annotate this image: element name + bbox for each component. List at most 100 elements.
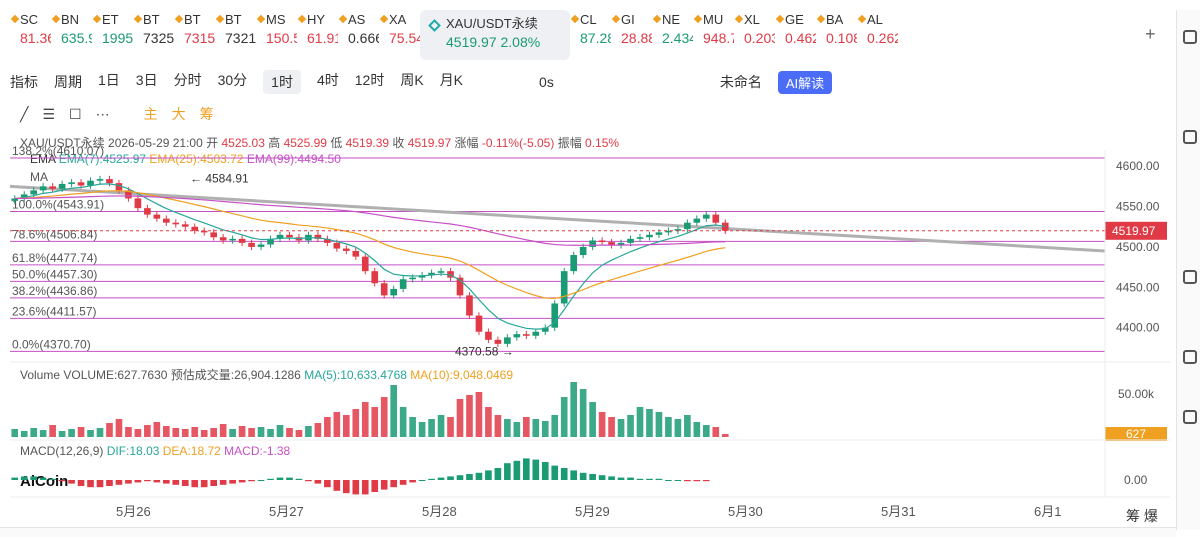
macd-bar: [68, 480, 75, 484]
macd-bar: [380, 480, 388, 490]
volume-bar: [390, 385, 397, 437]
candle-body: [409, 277, 416, 280]
candle-body: [153, 214, 161, 219]
volume-bar: [134, 429, 142, 437]
candle-body: [238, 238, 246, 243]
volume-bar: [371, 407, 379, 437]
fib-label: 50.0%(4457.30): [12, 267, 97, 281]
x-tick-label: 5月31: [881, 504, 916, 519]
macd-bar: [58, 480, 66, 482]
volume-bar: [219, 424, 227, 437]
volume-bar: [617, 419, 625, 437]
macd-bar: [409, 480, 416, 483]
macd-bar: [674, 480, 682, 481]
candle-body: [163, 218, 170, 223]
fib-label: 38.2%(4436.86): [12, 284, 97, 298]
candle-body: [77, 182, 85, 186]
macd-bar: [703, 480, 710, 482]
sidebar-chart-icon[interactable]: [1183, 270, 1197, 284]
bottom-tools[interactable]: 筹 爆: [1126, 506, 1158, 526]
candle-body: [475, 315, 483, 332]
macd-bar: [77, 480, 85, 486]
macd-bar: [523, 458, 530, 480]
macd-bar: [96, 480, 104, 488]
sidebar-calc-icon[interactable]: [1183, 130, 1197, 144]
y-tick-label: 4550.00: [1116, 200, 1160, 214]
x-tick-label: 5月30: [728, 504, 763, 519]
candle-body: [106, 179, 113, 184]
candle-body: [589, 240, 596, 247]
macd-bar: [352, 480, 360, 495]
candle-body: [58, 183, 66, 189]
fib-label: 61.8%(4477.74): [12, 251, 97, 265]
volume-bar: [541, 421, 549, 437]
macd-bar: [30, 476, 37, 480]
macd-bar: [560, 468, 568, 480]
sidebar-globe-icon[interactable]: [1183, 410, 1197, 424]
candle-body: [712, 214, 720, 223]
candle-body: [134, 198, 142, 209]
volume-bar: [428, 419, 435, 437]
macd-bar: [466, 474, 473, 480]
volume-bar: [210, 428, 217, 437]
volume-bar: [191, 427, 199, 437]
macd-bar: [608, 476, 615, 480]
macd-bar: [579, 472, 587, 480]
macd-bar: [617, 477, 625, 480]
volume-bar: [646, 409, 653, 437]
candle-body: [390, 288, 397, 296]
macd-bar: [172, 480, 180, 485]
macd-bar: [627, 477, 634, 480]
sidebar-list-icon[interactable]: [1183, 30, 1197, 44]
fib-label: 100.0%(4543.91): [12, 197, 104, 211]
macd-bar: [20, 476, 28, 480]
macd-bar: [106, 480, 113, 486]
x-tick-label: 5月29: [575, 504, 610, 519]
candle-body: [437, 271, 445, 273]
volume-bar: [409, 417, 416, 437]
volume-bar: [551, 415, 559, 437]
volume-bar: [181, 429, 189, 437]
candle-body: [560, 271, 568, 304]
candle-body: [579, 246, 587, 255]
volume-bar: [418, 422, 426, 437]
volume-bar: [665, 417, 672, 437]
volume-bar: [248, 428, 255, 437]
candle-body: [144, 208, 151, 215]
candle-body: [532, 331, 540, 336]
volume-bar: [267, 429, 274, 437]
macd-bar: [418, 480, 426, 481]
volume-bar: [96, 428, 104, 437]
macd-bar: [551, 465, 559, 480]
candle-body: [191, 226, 199, 231]
volume-bar: [627, 415, 634, 437]
candle-body: [523, 334, 530, 336]
volume-bar: [693, 422, 701, 437]
sidebar-bot-icon[interactable]: [1183, 350, 1197, 364]
volume-bar: [560, 397, 568, 437]
price-chart[interactable]: 4600.00 4550.00 4500.00 4450.00 4400.00 138.2…: [0, 0, 1176, 527]
macd-bar: [636, 478, 644, 480]
x-tick-label: 5月27: [269, 504, 304, 519]
fib-label: 23.6%(4411.57): [12, 304, 97, 318]
macd-bar: [87, 480, 94, 488]
macd-bar: [125, 480, 132, 484]
macd-bar: [144, 480, 151, 482]
candle-body: [343, 248, 350, 251]
candle-body: [466, 295, 473, 316]
macd-bar: [305, 480, 312, 482]
volume-bar: [570, 382, 577, 437]
candle-body: [361, 256, 369, 272]
volume-bar: [314, 423, 322, 437]
volume-bar: [286, 428, 293, 437]
macd-bar: [11, 477, 19, 480]
volume-bar: [229, 429, 236, 437]
x-tick-label: 5月28: [422, 504, 457, 519]
macd-bar: [570, 470, 577, 480]
macd-bar: [646, 478, 653, 480]
volume-bar: [333, 412, 341, 437]
volume-bar: [295, 430, 303, 437]
candle-body: [96, 179, 104, 181]
volume-bar: [380, 397, 388, 437]
macd-zero-label: 0.00: [1124, 473, 1148, 487]
